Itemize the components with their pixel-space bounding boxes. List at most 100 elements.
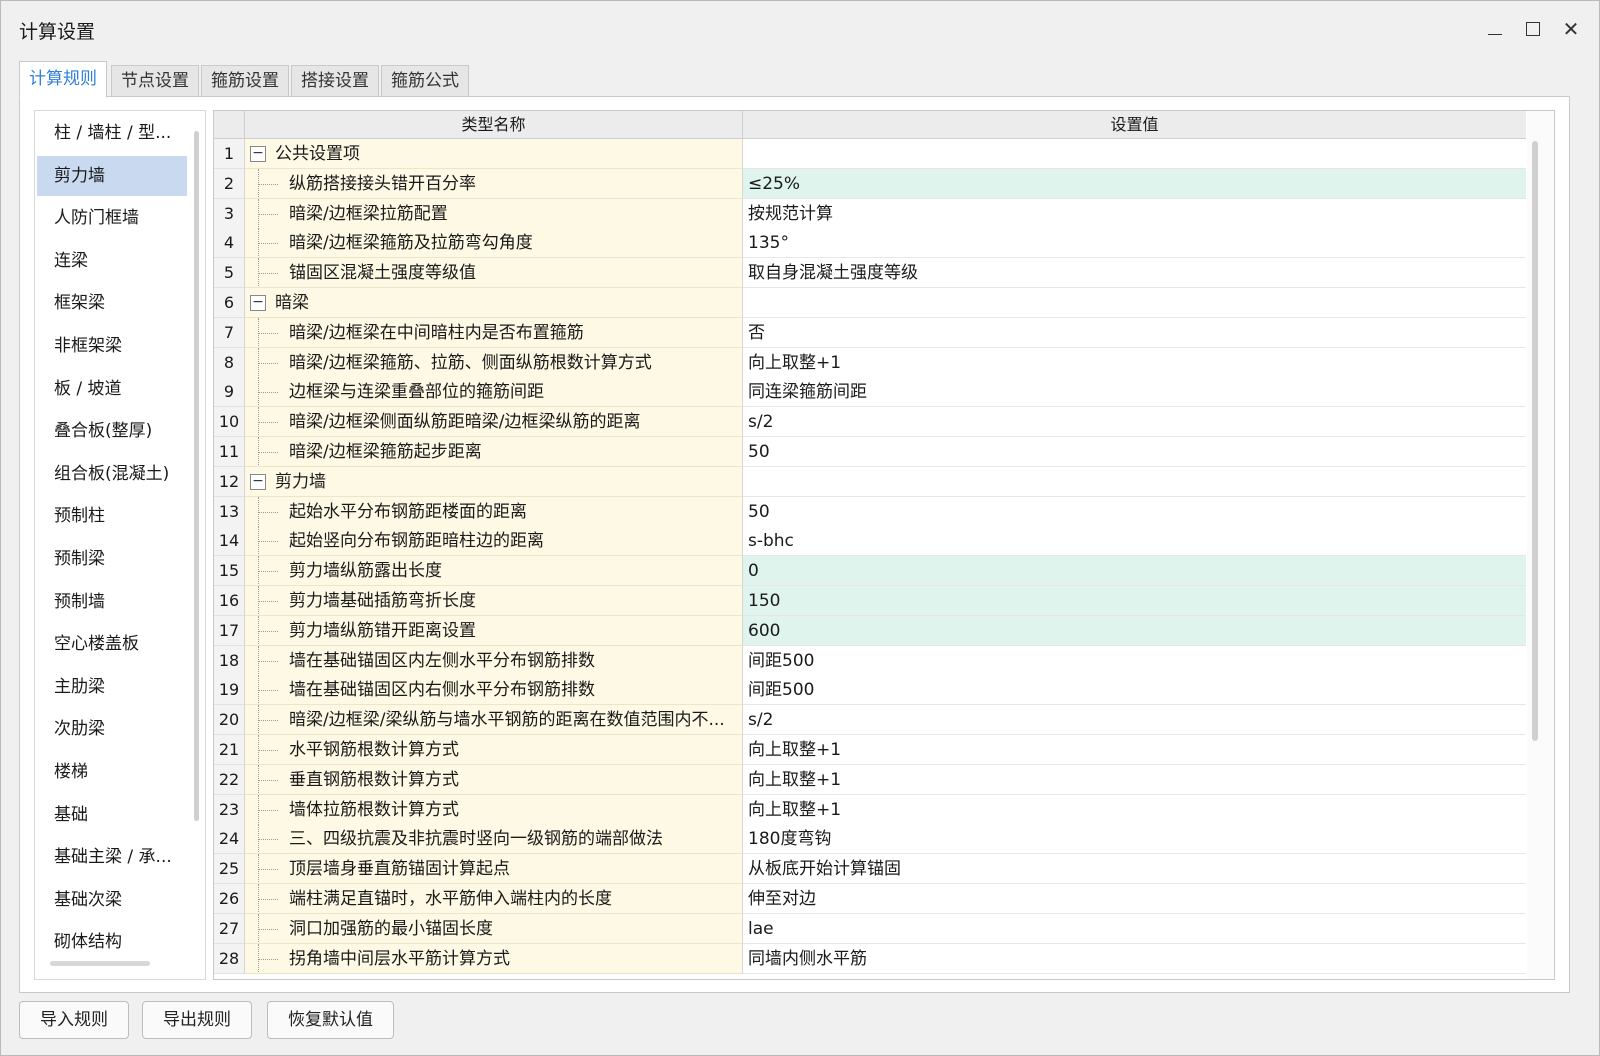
table-row[interactable]: 21 水平钢筋根数计算方式 向上取整+1 [214,735,1526,765]
setting-value-cell[interactable]: 150 [743,586,1526,616]
list-vertical-scrollbar[interactable] [194,131,199,821]
setting-name-cell: 剪力墙纵筋露出长度 [245,556,743,587]
list-item[interactable]: 基础主梁 / 承... [37,837,187,877]
list-item[interactable]: 叠合板(整厚) [37,411,187,451]
table-row[interactable]: 28 拐角墙中间层水平筋计算方式 同墙内侧水平筋 [214,943,1526,974]
list-item[interactable]: 楼梯 [37,752,187,792]
tab-1[interactable]: 计算规则 [19,61,107,98]
export-rules-button[interactable]: 导出规则 [142,1001,252,1039]
setting-value-cell[interactable]: 向上取整+1 [743,735,1526,765]
table-row[interactable]: 25 顶层墙身垂直筋锚固计算起点 从板底开始计算锚固 [214,854,1526,885]
setting-value-cell[interactable]: 向上取整+1 [743,764,1526,795]
setting-value-cell[interactable]: 按规范计算 [743,198,1526,229]
setting-value-cell[interactable]: 间距500 [743,645,1526,676]
setting-value-cell[interactable]: s/2 [743,705,1526,736]
tree-branch [258,630,278,632]
list-item[interactable]: 预制柱 [37,496,187,536]
tree-branch [258,779,278,781]
setting-value-cell[interactable]: 180度弯钩 [743,824,1526,855]
tab-4[interactable]: 搭接设置 [291,65,379,97]
list-item[interactable]: 预制梁 [37,539,187,579]
list-item[interactable]: 次肋梁 [37,709,187,749]
collapse-icon[interactable]: − [250,295,266,311]
table-row[interactable]: 5 锚固区混凝土强度等级值 取自身混凝土强度等级 [214,258,1526,289]
setting-value-cell[interactable]: 135° [743,228,1526,259]
table-row[interactable]: 13 起始水平分布钢筋距楼面的距离 50 [214,496,1526,527]
table-row[interactable]: 14 起始竖向分布钢筋距暗柱边的距离 s-bhc [214,526,1526,557]
collapse-icon[interactable]: − [250,473,266,490]
table-row[interactable]: 18 墙在基础锚固区内左侧水平分布钢筋排数 间距500 [214,645,1526,676]
list-item[interactable]: 连梁 [37,241,187,281]
group-row[interactable]: 1− 公共设置项 [214,139,1526,169]
column-header-value[interactable]: 设置值 [743,111,1526,139]
table-row[interactable]: 9 边框梁与连梁重叠部位的箍筋间距 同连梁箍筋间距 [214,377,1526,408]
import-rules-button[interactable]: 导入规则 [19,1001,129,1039]
setting-value-cell[interactable]: 间距500 [743,675,1526,706]
setting-label: 暗梁/边框梁拉筋配置 [289,203,448,224]
grid-scrollbar-thumb[interactable] [1532,141,1538,741]
list-item[interactable]: 柱 / 墙柱 / 型... [37,113,187,153]
table-row[interactable]: 26 端柱满足直锚时，水平筋伸入端柱内的长度 伸至对边 [214,884,1526,914]
table-row[interactable]: 3 暗梁/边框梁拉筋配置 按规范计算 [214,198,1526,229]
tab-3[interactable]: 箍筋设置 [201,65,289,97]
tab-5[interactable]: 箍筋公式 [381,65,469,97]
table-row[interactable]: 17 剪力墙纵筋错开距离设置 600 [214,615,1526,646]
setting-value-cell [743,466,1526,497]
tab-2[interactable]: 节点设置 [111,65,199,97]
row-number: 7 [214,317,245,348]
setting-value-cell[interactable]: s/2 [743,407,1526,438]
table-row[interactable]: 24 三、四级抗震及非抗震时竖向一级钢筋的端部做法 180度弯钩 [214,824,1526,855]
minimize-button[interactable] [1477,11,1513,47]
table-row[interactable]: 2 纵筋搭接接头错开百分率 ≤25% [214,168,1526,199]
setting-value-cell[interactable]: lae [743,913,1526,944]
list-item[interactable]: 预制墙 [37,582,187,622]
setting-value-cell[interactable]: 向上取整+1 [743,794,1526,825]
list-item[interactable]: 人防门框墙 [37,198,187,238]
table-row[interactable]: 27 洞口加强筋的最小锚固长度 lae [214,913,1526,944]
list-item[interactable]: 组合板(混凝土) [37,454,187,494]
table-row[interactable]: 10 暗梁/边框梁侧面纵筋距暗梁/边框梁纵筋的距离 s/2 [214,407,1526,438]
list-item[interactable]: 空心楼盖板 [37,624,187,664]
restore-defaults-button[interactable]: 恢复默认值 [267,1001,394,1039]
list-item[interactable]: 非框架梁 [37,326,187,366]
list-item[interactable]: 基础 [37,795,187,835]
table-row[interactable]: 4 暗梁/边框梁箍筋及拉筋弯勾角度 135° [214,228,1526,259]
list-item[interactable]: 板 / 坡道 [37,369,187,409]
close-button[interactable]: ✕ [1553,11,1589,47]
setting-value-cell[interactable]: 600 [743,615,1526,646]
table-row[interactable]: 19 墙在基础锚固区内右侧水平分布钢筋排数 间距500 [214,675,1526,706]
setting-value-cell[interactable]: 伸至对边 [743,884,1526,914]
setting-value-cell[interactable]: 取自身混凝土强度等级 [743,258,1526,289]
column-header-name[interactable]: 类型名称 [245,111,743,139]
list-item[interactable]: 主肋梁 [37,667,187,707]
setting-value-cell[interactable]: 否 [743,317,1526,348]
table-row[interactable]: 8 暗梁/边框梁箍筋、拉筋、侧面纵筋根数计算方式 向上取整+1 [214,347,1526,378]
setting-value-cell[interactable]: 50 [743,437,1526,467]
group-label: 剪力墙 [275,471,326,492]
setting-value-cell[interactable]: 50 [743,496,1526,527]
setting-value-cell[interactable]: 向上取整+1 [743,347,1526,378]
collapse-icon[interactable]: − [250,146,266,162]
group-row[interactable]: 6− 暗梁 [214,288,1526,318]
setting-value-cell[interactable]: 同连梁箍筋间距 [743,377,1526,408]
setting-value-cell[interactable]: 同墙内侧水平筋 [743,943,1526,974]
maximize-button[interactable] [1515,11,1551,47]
table-row[interactable]: 11 暗梁/边框梁箍筋起步距离 50 [214,437,1526,467]
list-item[interactable]: 框架梁 [37,283,187,323]
setting-value-cell[interactable]: 0 [743,556,1526,587]
minimize-icon [1488,33,1502,35]
table-row[interactable]: 7 暗梁/边框梁在中间暗柱内是否布置箍筋 否 [214,317,1526,348]
list-horizontal-scrollbar[interactable] [50,961,150,966]
table-row[interactable]: 22 垂直钢筋根数计算方式 向上取整+1 [214,764,1526,795]
list-item[interactable]: 剪力墙 [37,155,187,196]
list-item[interactable]: 基础次梁 [37,880,187,920]
table-row[interactable]: 15 剪力墙纵筋露出长度 0 [214,556,1526,587]
setting-value-cell[interactable]: 从板底开始计算锚固 [743,854,1526,885]
table-row[interactable]: 20 暗梁/边框梁/梁纵筋与墙水平钢筋的距离在数值范围内不... s/2 [214,705,1526,736]
setting-value-cell[interactable]: s-bhc [743,526,1526,557]
table-row[interactable]: 23 墙体拉筋根数计算方式 向上取整+1 [214,794,1526,825]
group-row[interactable]: 12− 剪力墙 [214,466,1526,497]
setting-value-cell[interactable]: ≤25% [743,168,1526,199]
list-item[interactable]: 砌体结构 [37,922,187,962]
table-row[interactable]: 16 剪力墙基础插筋弯折长度 150 [214,586,1526,616]
